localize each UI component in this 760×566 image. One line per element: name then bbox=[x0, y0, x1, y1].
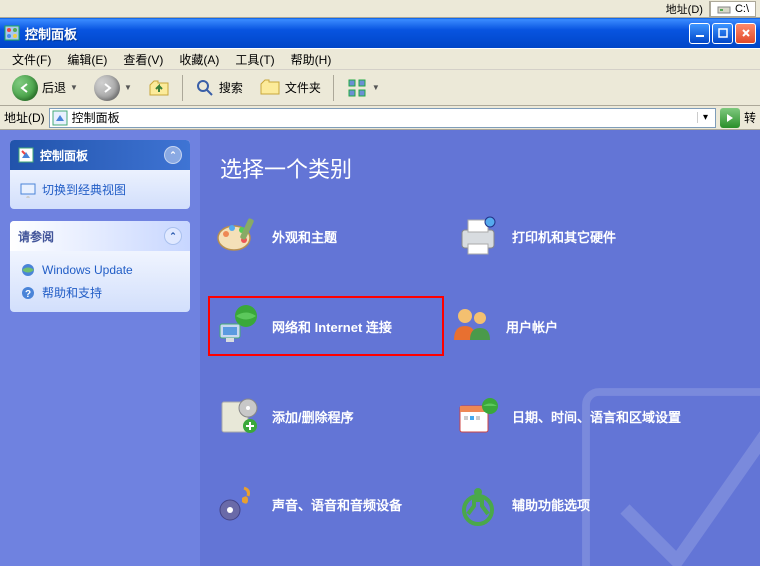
sidebar-link-classic-view[interactable]: 切换到经典视图 bbox=[20, 178, 180, 201]
maximize-button[interactable] bbox=[712, 23, 733, 44]
up-button[interactable] bbox=[142, 74, 176, 102]
go-label: 转 bbox=[744, 109, 756, 126]
category-label: 日期、时间、语言和区域设置 bbox=[512, 407, 681, 426]
category-add-remove[interactable]: 添加/删除程序 bbox=[210, 388, 450, 444]
svg-text:?: ? bbox=[25, 289, 31, 300]
category-label: 打印机和其它硬件 bbox=[512, 227, 616, 246]
folder-up-icon bbox=[148, 77, 170, 99]
accessibility-icon bbox=[454, 480, 502, 528]
separator bbox=[333, 75, 334, 101]
window-title: 控制面板 bbox=[25, 24, 689, 43]
category-label: 网络和 Internet 连接 bbox=[272, 317, 392, 336]
category-appearance[interactable]: 外观和主题 bbox=[210, 208, 450, 264]
addressbar: 地址(D) 控制面板 ▾ 转 bbox=[0, 106, 760, 130]
address-label: 地址(D) bbox=[4, 109, 45, 126]
address-dropdown[interactable]: ▾ bbox=[697, 112, 713, 123]
address-value: 控制面板 bbox=[72, 109, 693, 126]
search-icon bbox=[195, 78, 215, 98]
datetime-icon bbox=[454, 392, 502, 440]
sidebar-link-help-support[interactable]: ? 帮助和支持 bbox=[20, 281, 180, 304]
menu-favorites[interactable]: 收藏(A) bbox=[171, 49, 227, 70]
views-icon bbox=[346, 77, 368, 99]
sidebar-panel-see-also: 请参阅 ⌃ Windows Update ? 帮助和支持 bbox=[10, 221, 190, 312]
main-panel: 选择一个类别 外观和主题 打印机和其它硬件 bbox=[200, 130, 760, 566]
back-icon bbox=[12, 75, 38, 101]
close-button[interactable] bbox=[735, 23, 756, 44]
sidebar-panel-header[interactable]: 控制面板 ⌃ bbox=[10, 140, 190, 170]
sidebar: 控制面板 ⌃ 切换到经典视图 请参阅 ⌃ bbox=[0, 130, 200, 566]
menu-file[interactable]: 文件(F) bbox=[4, 49, 59, 70]
control-panel-icon bbox=[18, 147, 34, 163]
network-icon bbox=[214, 302, 262, 350]
globe-icon bbox=[20, 262, 36, 278]
switch-view-icon bbox=[20, 182, 36, 198]
menu-edit[interactable]: 编辑(E) bbox=[59, 49, 115, 70]
chevron-down-icon: ▼ bbox=[124, 83, 132, 92]
collapse-icon[interactable]: ⌃ bbox=[164, 227, 182, 245]
category-label: 用户帐户 bbox=[506, 317, 558, 336]
search-button[interactable]: 搜索 bbox=[189, 75, 249, 101]
toolbar: 后退 ▼ ▼ 搜索 文件夹 ▼ bbox=[0, 70, 760, 106]
category-accessibility[interactable]: 辅助功能选项 bbox=[450, 476, 690, 532]
minimize-button[interactable] bbox=[689, 23, 710, 44]
control-panel-icon bbox=[52, 110, 68, 126]
category-network[interactable]: 网络和 Internet 连接 bbox=[208, 296, 444, 356]
titlebar: 控制面板 bbox=[0, 18, 760, 48]
category-sounds[interactable]: 声音、语音和音频设备 bbox=[210, 476, 450, 532]
add-remove-icon bbox=[214, 392, 262, 440]
views-button[interactable]: ▼ bbox=[340, 74, 386, 102]
menu-view[interactable]: 查看(V) bbox=[115, 49, 171, 70]
forward-button[interactable]: ▼ bbox=[88, 72, 138, 104]
category-label: 外观和主题 bbox=[272, 227, 337, 246]
sidebar-panel-control-panel: 控制面板 ⌃ 切换到经典视图 bbox=[10, 140, 190, 209]
sidebar-link-windows-update[interactable]: Windows Update bbox=[20, 259, 180, 281]
category-users[interactable]: 用户帐户 bbox=[444, 296, 684, 356]
collapse-icon[interactable]: ⌃ bbox=[164, 146, 182, 164]
control-panel-icon bbox=[4, 25, 20, 41]
category-label: 添加/删除程序 bbox=[272, 407, 354, 426]
help-icon: ? bbox=[20, 285, 36, 301]
chevron-down-icon: ▼ bbox=[70, 83, 78, 92]
chevron-down-icon: ▼ bbox=[372, 83, 380, 92]
menubar: 文件(F) 编辑(E) 查看(V) 收藏(A) 工具(T) 帮助(H) bbox=[0, 48, 760, 70]
category-label: 辅助功能选项 bbox=[512, 495, 590, 514]
menu-help[interactable]: 帮助(H) bbox=[283, 49, 340, 70]
top-fragment-bar: 地址(D) C:\ bbox=[0, 0, 760, 18]
separator bbox=[182, 75, 183, 101]
top-fragment-path[interactable]: C:\ bbox=[710, 1, 756, 17]
printer-icon bbox=[454, 212, 502, 260]
category-printers[interactable]: 打印机和其它硬件 bbox=[450, 208, 690, 264]
menu-tools[interactable]: 工具(T) bbox=[227, 49, 282, 70]
back-button[interactable]: 后退 ▼ bbox=[6, 72, 84, 104]
appearance-icon bbox=[214, 212, 262, 260]
drive-icon bbox=[717, 2, 731, 16]
category-label: 声音、语音和音频设备 bbox=[272, 495, 402, 514]
category-grid: 外观和主题 打印机和其它硬件 网络和 Internet 连接 bbox=[210, 208, 750, 566]
go-button[interactable] bbox=[720, 108, 740, 128]
sound-icon bbox=[214, 480, 262, 528]
top-fragment-label: 地址(D) bbox=[660, 1, 710, 17]
forward-icon bbox=[94, 75, 120, 101]
address-input[interactable]: 控制面板 ▾ bbox=[49, 108, 716, 128]
category-datetime[interactable]: 日期、时间、语言和区域设置 bbox=[450, 388, 690, 444]
folders-icon bbox=[259, 77, 281, 99]
users-icon bbox=[448, 302, 496, 350]
page-heading: 选择一个类别 bbox=[220, 152, 750, 184]
sidebar-panel-header[interactable]: 请参阅 ⌃ bbox=[10, 221, 190, 251]
folders-button[interactable]: 文件夹 bbox=[253, 74, 327, 102]
